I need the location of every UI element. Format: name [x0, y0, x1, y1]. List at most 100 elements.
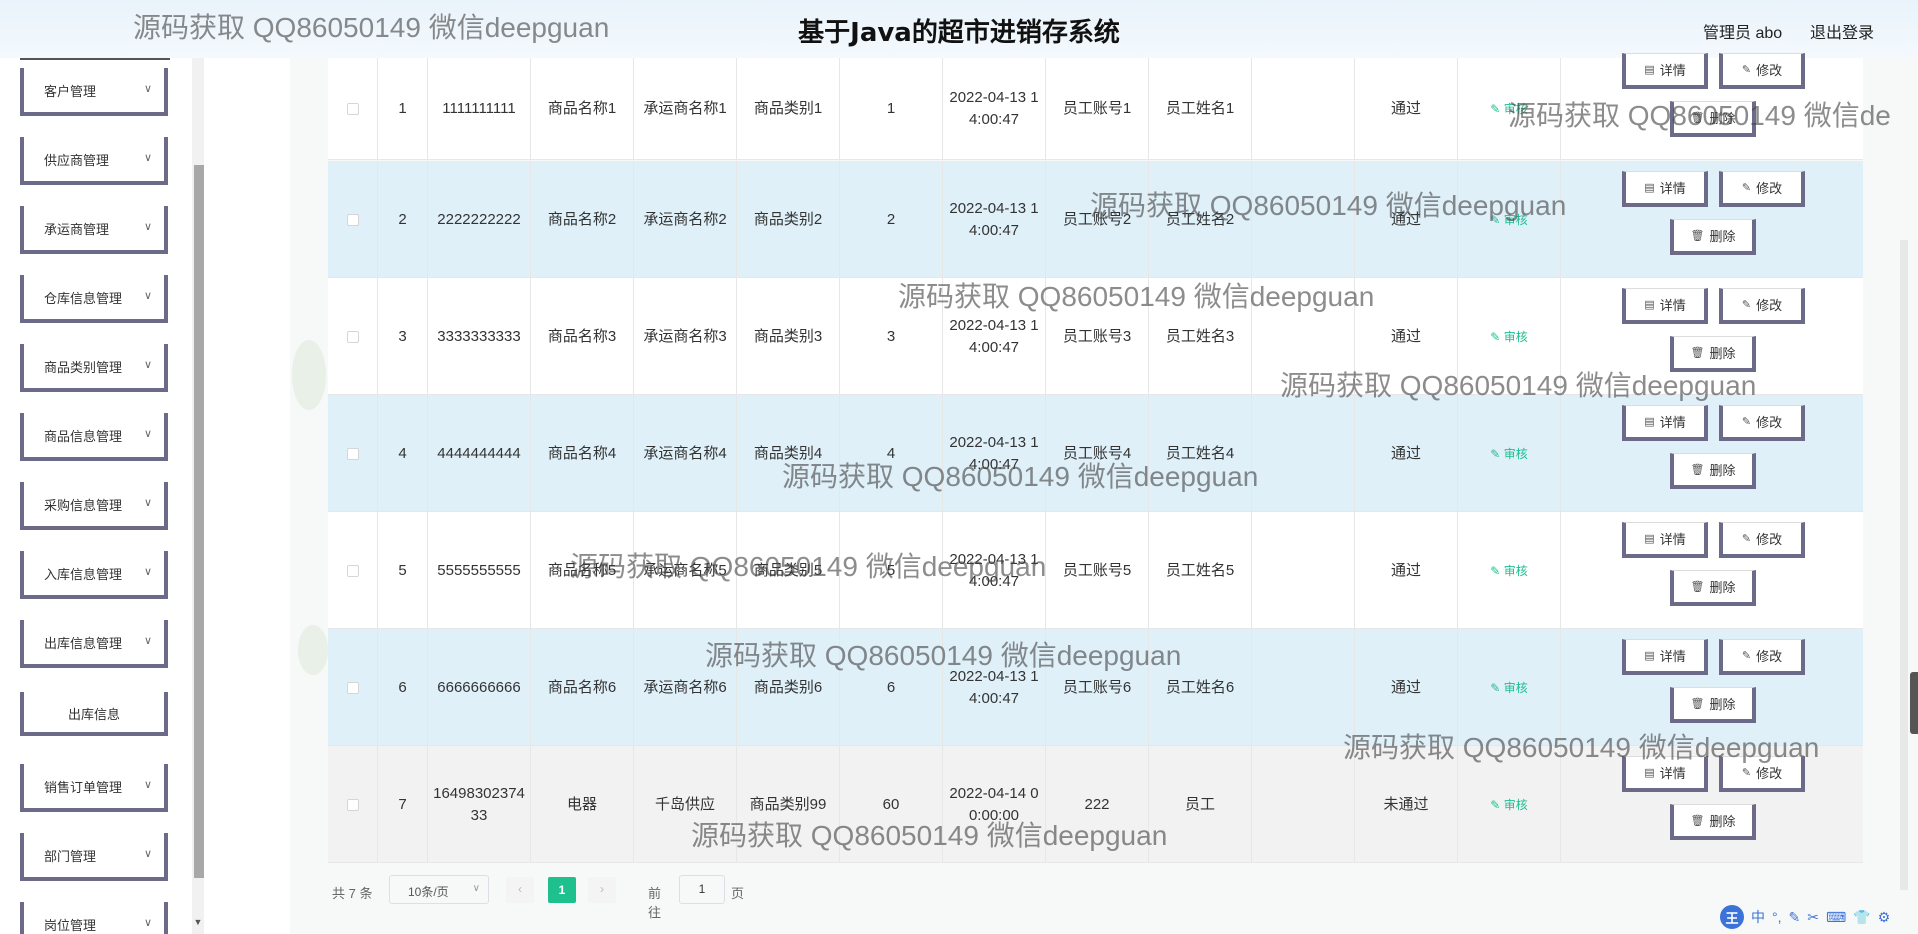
delete-button[interactable]: 🗑 删除	[1670, 219, 1756, 255]
logout-link[interactable]: 退出登录	[1810, 19, 1874, 43]
sidebar-item[interactable]: 入库信息管理 ∨	[20, 551, 168, 599]
edit-icon: ✎	[1741, 767, 1752, 779]
delete-button[interactable]: 🗑 删除	[1670, 453, 1756, 489]
detail-button[interactable]: ▤ 详情	[1622, 171, 1708, 207]
row-checkbox[interactable]	[346, 330, 359, 343]
ime-toolbar[interactable]: 王 中 °, ✎ ✂ ⌨ 👕 ⚙	[1720, 905, 1890, 929]
detail-button[interactable]: ▤ 详情	[1622, 288, 1708, 324]
delete-button[interactable]: 🗑 删除	[1670, 804, 1756, 840]
ime-logo-icon[interactable]: 王	[1720, 905, 1744, 929]
audit-label: 审核	[1503, 212, 1528, 227]
document-icon: ▤	[1644, 416, 1655, 428]
delete-button[interactable]: 🗑 删除	[1670, 101, 1756, 137]
audit-button[interactable]: ✎ 审核	[1490, 677, 1527, 699]
edit-icon: ✎	[1490, 446, 1504, 461]
detail-button-label: 详情	[1659, 649, 1686, 664]
edit-button[interactable]: ✎ 修改	[1719, 53, 1805, 89]
cell-product-name: 商品名称2	[531, 161, 634, 278]
detail-button-label: 详情	[1659, 415, 1686, 430]
edit-button[interactable]: ✎ 修改	[1719, 522, 1805, 558]
detail-button[interactable]: ▤ 详情	[1622, 639, 1708, 675]
detail-button[interactable]: ▤ 详情	[1622, 405, 1708, 441]
sidebar-item[interactable]: 商品信息管理 ∨	[20, 413, 168, 461]
row-index: 2	[378, 161, 428, 278]
row-checkbox[interactable]	[346, 103, 359, 115]
row-checkbox[interactable]	[346, 213, 359, 226]
cell-staff-name: 员工姓名3	[1149, 278, 1252, 395]
prev-page-button[interactable]: ‹	[506, 877, 534, 903]
detail-button[interactable]: ▤ 详情	[1622, 756, 1708, 792]
audit-label: 审核	[1503, 102, 1528, 116]
table-row: 2 2222222222 商品名称2 承运商名称2 商品类别2 2 2022-04-13 1…	[328, 161, 1863, 278]
sidebar-item[interactable]: 销售订单管理 ∨	[20, 764, 168, 812]
sidebar-item[interactable]: 客户管理 ∨	[20, 68, 168, 116]
edit-button[interactable]: ✎ 修改	[1719, 756, 1805, 792]
scroll-down-arrow-icon[interactable]: ▼	[192, 917, 204, 927]
document-icon: ▤	[1644, 650, 1655, 662]
edit-button-label: 修改	[1756, 181, 1783, 196]
cell-staff-account: 员工账号6	[1046, 629, 1149, 746]
ime-scissors-icon[interactable]: ✂	[1807, 909, 1819, 926]
ime-skin-icon[interactable]: 👕	[1853, 909, 1870, 926]
row-checkbox[interactable]	[346, 564, 359, 577]
sidebar-item[interactable]: 采购信息管理 ∨	[20, 482, 168, 530]
sidebar-scrollbar-thumb[interactable]	[194, 165, 204, 878]
edit-button-label: 修改	[1756, 298, 1783, 313]
delete-button-label: 删除	[1709, 697, 1736, 712]
sidebar-item[interactable]: 供应商管理 ∨	[20, 137, 168, 185]
page-size-select[interactable]: 10条/页 ∨	[389, 875, 489, 904]
chevron-down-icon: ∨	[143, 635, 152, 647]
audit-button[interactable]: ✎ 审核	[1490, 326, 1527, 348]
trash-icon: 🗑	[1690, 230, 1705, 242]
sidebar-item[interactable]: 仓库信息管理 ∨	[20, 275, 168, 323]
audit-button[interactable]: ✎ 审核	[1490, 209, 1527, 231]
audit-button[interactable]: ✎ 审核	[1490, 443, 1527, 465]
detail-button[interactable]: ▤ 详情	[1622, 522, 1708, 558]
chevron-down-icon: ∨	[472, 883, 480, 894]
ime-settings-icon[interactable]: ⚙	[1878, 909, 1891, 926]
side-handle[interactable]	[1910, 672, 1918, 734]
edit-button[interactable]: ✎ 修改	[1719, 288, 1805, 324]
detail-button[interactable]: ▤ 详情	[1622, 53, 1708, 89]
audit-button[interactable]: ✎ 审核	[1490, 98, 1527, 120]
cell-status: 通过	[1355, 629, 1458, 746]
row-index: 6	[378, 629, 428, 746]
next-page-button[interactable]: ›	[588, 877, 616, 903]
audit-button[interactable]: ✎ 审核	[1490, 794, 1527, 816]
ime-handwrite-icon[interactable]: ✎	[1789, 909, 1801, 926]
cell-status: 通过	[1355, 161, 1458, 278]
sidebar-divider	[20, 58, 170, 60]
pagination-total: 共 7 条	[332, 886, 373, 901]
audit-button[interactable]: ✎ 审核	[1490, 560, 1527, 582]
edit-button[interactable]: ✎ 修改	[1719, 639, 1805, 675]
sidebar-item[interactable]: 岗位管理 ∨	[20, 902, 168, 934]
sidebar-item-label: 出库信息管理	[44, 636, 123, 651]
row-checkbox[interactable]	[346, 681, 359, 694]
goto-page-input[interactable]: 1	[679, 875, 725, 904]
sidebar-item[interactable]: 部门管理 ∨	[20, 833, 168, 881]
delete-button[interactable]: 🗑 删除	[1670, 687, 1756, 723]
delete-button[interactable]: 🗑 删除	[1670, 570, 1756, 606]
sidebar-item[interactable]: 承运商管理 ∨	[20, 206, 168, 254]
ime-keyboard-icon[interactable]: ⌨	[1826, 909, 1846, 926]
row-checkbox[interactable]	[346, 798, 359, 811]
sidebar-subitem-outbound-info[interactable]: 出库信息	[20, 692, 168, 736]
cell-category: 商品类别3	[737, 278, 840, 395]
cell-code: 3333333333	[428, 278, 531, 395]
cell-status: 通过	[1355, 278, 1458, 395]
ime-chinese-mode-icon[interactable]: 中	[1751, 907, 1765, 927]
cell-quantity: 4	[840, 395, 943, 512]
edit-button[interactable]: ✎ 修改	[1719, 171, 1805, 207]
page-number-1[interactable]: 1	[548, 877, 576, 903]
row-checkbox[interactable]	[346, 447, 359, 460]
ime-punctuation-icon[interactable]: °,	[1772, 909, 1782, 925]
sidebar-item[interactable]: 商品类别管理 ∨	[20, 344, 168, 392]
delete-button[interactable]: 🗑 删除	[1670, 336, 1756, 372]
cell-code: 4444444444	[428, 395, 531, 512]
edit-button[interactable]: ✎ 修改	[1719, 405, 1805, 441]
goto-unit-label: 页	[731, 886, 745, 901]
sidebar-item[interactable]: 出库信息管理 ∨	[20, 620, 168, 668]
cell-audit: ✎ 审核	[1458, 278, 1561, 395]
page-scrollbar-track[interactable]	[1900, 240, 1908, 890]
cell-audit: ✎ 审核	[1458, 512, 1561, 629]
